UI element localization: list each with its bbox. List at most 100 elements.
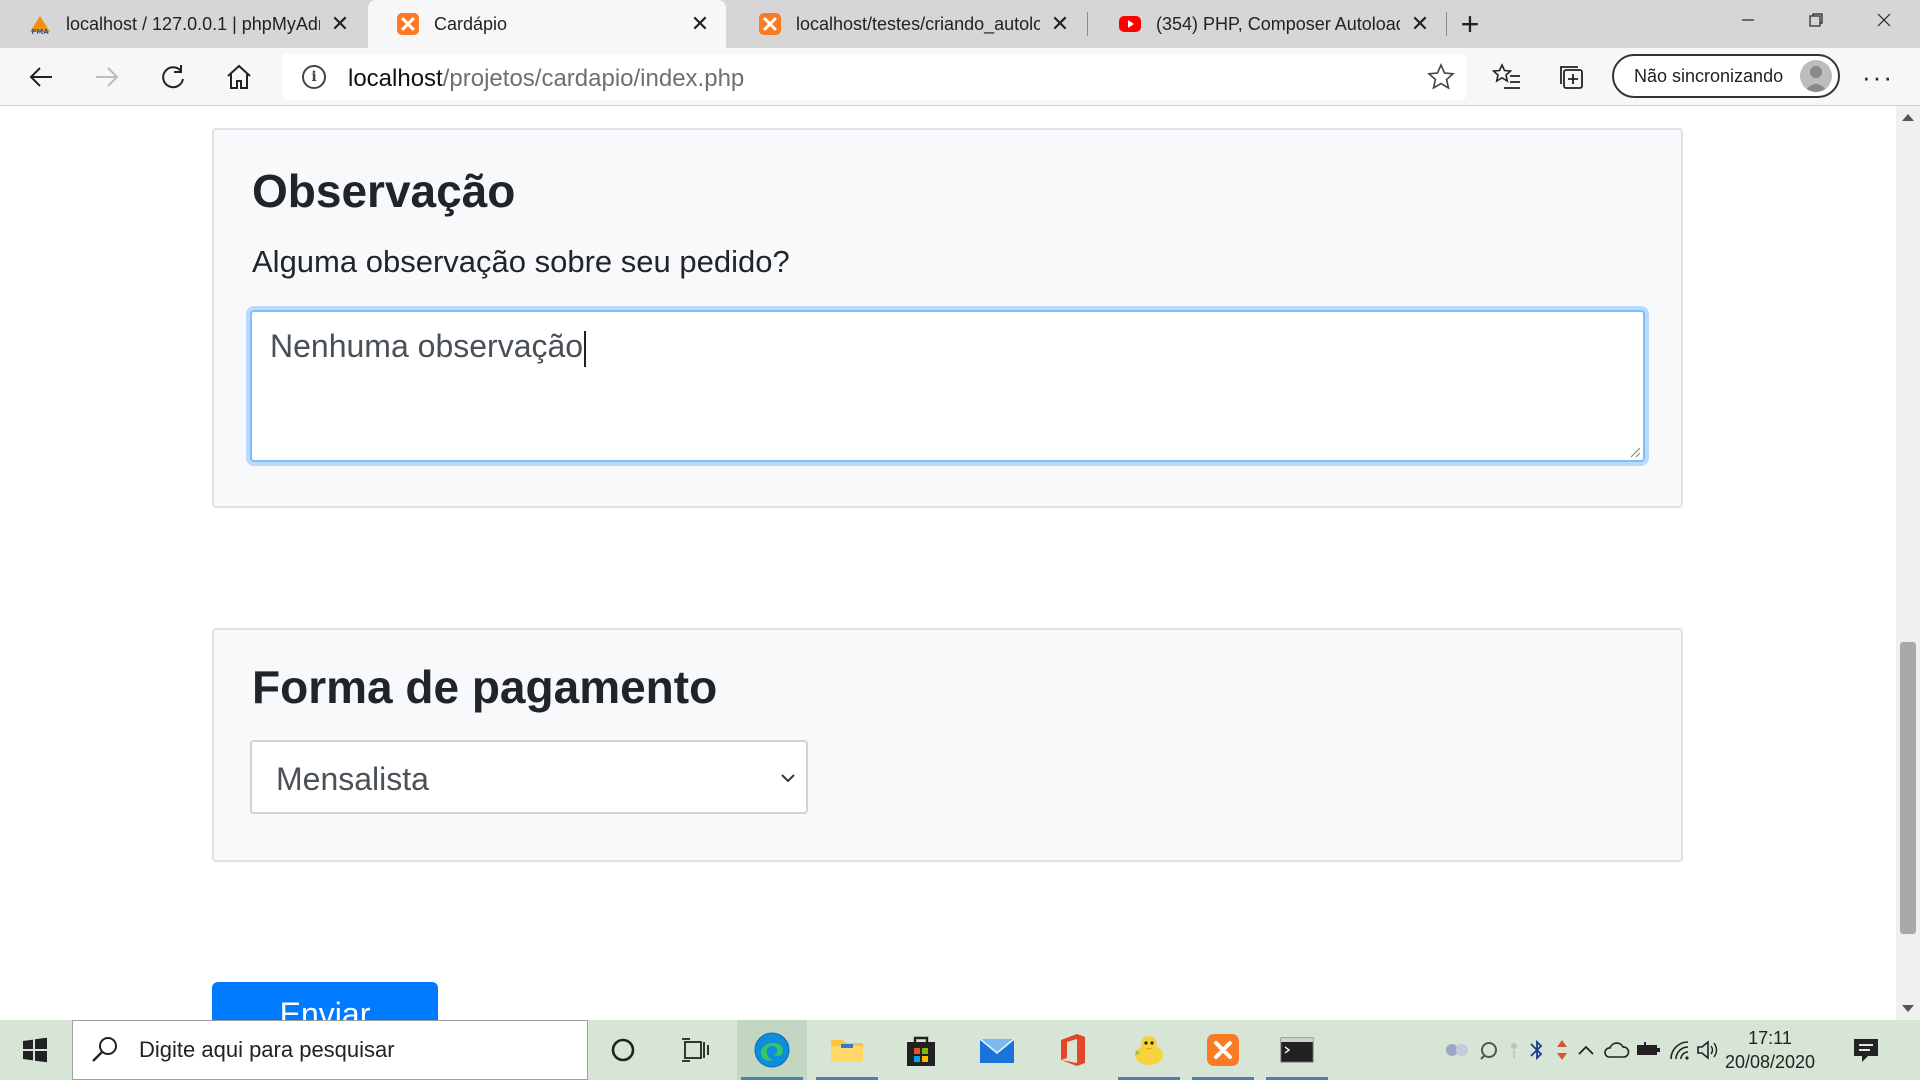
wifi-icon[interactable]: [1666, 1020, 1694, 1080]
tab-title: Cardápio: [434, 13, 508, 34]
arrow-left-icon: [29, 67, 52, 87]
battery-icon[interactable]: [1632, 1020, 1666, 1080]
observation-card: Observação Alguma observação sobre seu p…: [212, 128, 1683, 508]
cortana-circle-icon: [611, 1038, 635, 1062]
profile-button[interactable]: Não sincronizando: [1612, 54, 1840, 98]
tab-separator: [1446, 12, 1447, 36]
scroll-down-icon[interactable]: [1902, 1005, 1914, 1012]
tab-title: (354) PHP, Composer Autoload e: [1156, 13, 1400, 34]
mail-icon: [979, 1038, 1015, 1063]
taskbar-xampp[interactable]: [1188, 1020, 1258, 1080]
url-host: localhost: [348, 65, 443, 92]
scrollbar-thumb[interactable]: [1900, 642, 1916, 934]
chevron-down-icon: [781, 774, 795, 783]
tab-criando-autoload[interactable]: localhost/testes/criando_autoload ✕: [730, 0, 1086, 48]
office-icon: [1061, 1034, 1085, 1066]
edge-icon: [754, 1032, 790, 1068]
favorite-star-icon[interactable]: [1424, 60, 1458, 94]
taskbar-clock[interactable]: 17:11 20/08/2020: [1722, 1026, 1818, 1074]
tray-bluetooth-icon[interactable]: [1524, 1020, 1552, 1080]
back-button[interactable]: [20, 56, 62, 98]
task-view-icon: [682, 1038, 709, 1062]
close-icon[interactable]: ✕: [1408, 11, 1432, 36]
tray-alert-icon[interactable]: [1552, 1020, 1572, 1080]
tab-separator: [1087, 12, 1088, 36]
refresh-button[interactable]: [152, 56, 194, 98]
collections-icon[interactable]: [1554, 58, 1592, 96]
avatar: [1800, 60, 1832, 92]
arrow-right-icon: [96, 67, 119, 87]
xampp-icon: [396, 12, 420, 36]
new-tab-button[interactable]: +: [1452, 6, 1488, 42]
forward-button[interactable]: [86, 56, 128, 98]
tray-sparkle-icon[interactable]: [1504, 1020, 1524, 1080]
cortana-button[interactable]: [588, 1020, 658, 1080]
browser-tab-bar: PMA localhost / 127.0.0.1 | phpMyAdmin ✕…: [0, 0, 1920, 48]
folder-icon: [831, 1040, 863, 1062]
search-placeholder: Digite aqui para pesquisar: [139, 1037, 395, 1062]
volume-icon[interactable]: [1694, 1020, 1722, 1080]
scroll-up-icon[interactable]: [1902, 114, 1914, 121]
youtube-icon: [1118, 12, 1142, 36]
restore-button[interactable]: [1782, 0, 1850, 40]
url-text[interactable]: localhost/projetos/cardapio/index.php: [348, 65, 744, 93]
tab-title: localhost / 127.0.0.1 | phpMyAdmin: [66, 13, 320, 34]
observation-text: Nenhuma observação: [270, 328, 584, 364]
text-caret: [584, 330, 587, 367]
duck-icon: [1135, 1036, 1163, 1065]
info-icon[interactable]: i: [302, 65, 326, 89]
home-button[interactable]: [218, 56, 260, 98]
task-view-button[interactable]: [660, 1020, 730, 1080]
close-icon[interactable]: ✕: [688, 11, 712, 36]
tab-youtube[interactable]: (354) PHP, Composer Autoload e ✕: [1090, 0, 1446, 48]
close-icon: [1877, 13, 1891, 27]
onedrive-cloud-icon[interactable]: [1600, 1020, 1632, 1080]
favorites-icon[interactable]: [1488, 58, 1526, 96]
url-path: /projetos/cardapio/index.php: [442, 65, 745, 92]
observation-textarea[interactable]: Nenhuma observação: [250, 310, 1645, 462]
taskbar-office[interactable]: [1038, 1020, 1108, 1080]
more-options-button[interactable]: ···: [1856, 56, 1900, 98]
search-icon: [92, 1037, 117, 1062]
tab-phpmyadmin[interactable]: PMA localhost / 127.0.0.1 | phpMyAdmin ✕: [0, 0, 366, 48]
taskbar-edge[interactable]: [737, 1020, 807, 1080]
home-icon: [227, 64, 251, 89]
payment-selected-value: Mensalista: [276, 761, 429, 797]
taskbar-store[interactable]: [886, 1020, 956, 1080]
observation-value: Nenhuma observação: [270, 328, 587, 367]
resize-grip-icon[interactable]: [1627, 444, 1641, 458]
profile-label: Não sincronizando: [1634, 65, 1784, 86]
restore-icon: [1809, 13, 1823, 27]
phpmyadmin-icon: PMA: [28, 12, 52, 36]
taskbar-duck-app[interactable]: [1114, 1020, 1184, 1080]
refresh-icon: [162, 65, 184, 89]
close-icon[interactable]: ✕: [328, 11, 352, 36]
tray-network-helper-icon[interactable]: [1474, 1020, 1504, 1080]
observation-question: Alguma observação sobre seu pedido?: [252, 244, 790, 279]
payment-title: Forma de pagamento: [252, 661, 718, 713]
windows-logo-icon: [23, 1037, 47, 1063]
address-bar[interactable]: i localhost/projetos/cardapio/index.php: [282, 54, 1466, 100]
taskbar-search[interactable]: Digite aqui para pesquisar: [72, 1020, 588, 1080]
start-button[interactable]: [0, 1020, 70, 1080]
vertical-scrollbar[interactable]: [1896, 106, 1920, 1020]
observation-title: Observação: [252, 165, 516, 217]
tray-app-icon[interactable]: [1440, 1020, 1474, 1080]
page-viewport: Observação Alguma observação sobre seu p…: [0, 106, 1896, 1020]
close-window-button[interactable]: [1850, 0, 1918, 40]
svg-text:PMA: PMA: [31, 28, 49, 36]
tab-cardapio[interactable]: Cardápio ✕: [368, 0, 726, 48]
taskbar-file-explorer[interactable]: [812, 1020, 882, 1080]
minimize-button[interactable]: [1714, 0, 1782, 40]
close-icon[interactable]: ✕: [1048, 11, 1072, 36]
chevron-up-icon[interactable]: [1572, 1020, 1600, 1080]
notification-center-icon[interactable]: [1850, 1034, 1882, 1066]
taskbar-terminal[interactable]: [1262, 1020, 1332, 1080]
submit-button[interactable]: Enviar: [212, 982, 438, 1020]
taskbar-mail[interactable]: [962, 1020, 1032, 1080]
payment-method-select[interactable]: Mensalista: [250, 740, 808, 814]
terminal-icon: [1280, 1037, 1314, 1063]
store-bag-icon: [907, 1036, 935, 1066]
xampp-icon: [758, 12, 782, 36]
xampp-icon: [1207, 1034, 1239, 1066]
